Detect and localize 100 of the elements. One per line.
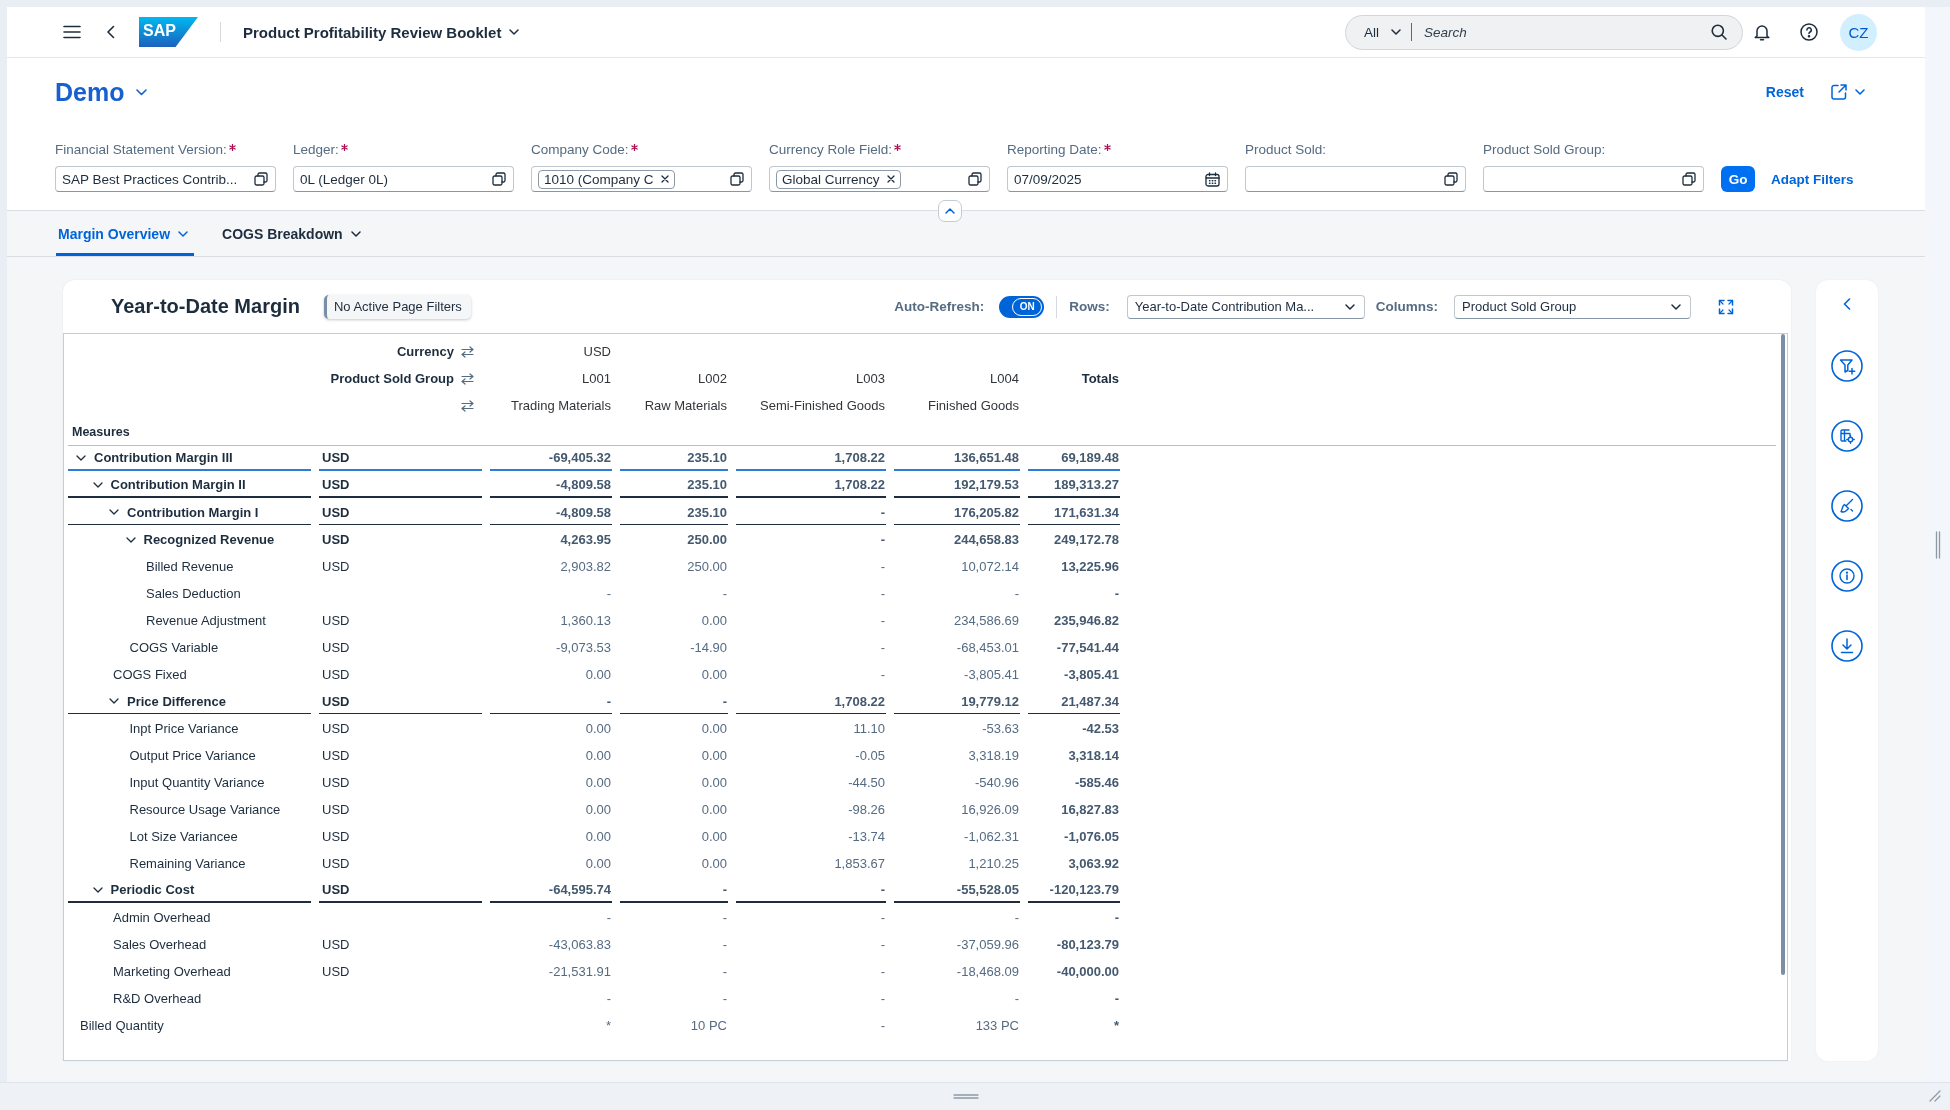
filter-label: Financial Statement Version: — [55, 142, 227, 158]
row-label: Output Price Variance — [129, 748, 256, 763]
calendar-icon[interactable] — [1205, 171, 1220, 187]
token-field[interactable]: 1010 (Company C — [531, 166, 752, 192]
filter-plus-icon[interactable] — [1831, 350, 1863, 382]
overlap-squares-icon[interactable] — [1444, 172, 1458, 186]
amount-text: 0.00 — [701, 721, 727, 736]
amount-text: -1,062.31 — [964, 829, 1019, 844]
chevron-down-icon[interactable] — [125, 536, 136, 543]
filter-label: Reporting Date: — [1007, 142, 1102, 158]
swap-icon[interactable] — [461, 372, 474, 385]
go-button[interactable]: Go — [1721, 166, 1755, 192]
chevron-down-icon[interactable] — [109, 698, 119, 704]
download-icon[interactable] — [1831, 630, 1863, 662]
chevron-up-icon — [945, 208, 955, 214]
column-header: Finished Goods — [927, 398, 1019, 413]
input-field[interactable]: SAP Best Practices Contrib... — [55, 166, 276, 192]
unit-text: USD — [322, 640, 350, 655]
amount-text: - — [880, 532, 885, 547]
overlap-squares-icon[interactable] — [968, 172, 982, 186]
search-icon[interactable] — [1711, 24, 1727, 40]
token[interactable]: 1010 (Company C — [538, 169, 675, 189]
bell-icon[interactable] — [1754, 23, 1770, 41]
adapt-filters-link[interactable]: Adapt Filters — [1771, 166, 1854, 192]
overlap-squares-icon[interactable] — [1682, 172, 1696, 186]
menu-icon[interactable] — [63, 25, 81, 39]
input-field[interactable] — [1245, 166, 1466, 192]
chevron-left-icon[interactable] — [1843, 298, 1851, 310]
input-field[interactable] — [1483, 166, 1704, 192]
amount-text: 235.10 — [687, 504, 727, 520]
unit-text: USD — [322, 450, 350, 465]
row-label: Revenue Adjustment — [146, 613, 266, 628]
scope-select[interactable]: All — [1364, 24, 1401, 40]
tab[interactable]: COGS Breakdown — [220, 211, 367, 256]
amount-text: 171,631.34 — [1053, 504, 1119, 520]
back-icon[interactable] — [106, 25, 115, 39]
swap-icon[interactable] — [461, 399, 474, 412]
chevron-down-icon[interactable] — [92, 481, 103, 488]
filter-label: Company Code: — [531, 142, 629, 158]
row-label: Contribution Margin II — [110, 477, 246, 492]
amount-text: 249,172.78 — [1053, 532, 1119, 547]
chevron-down-icon[interactable] — [92, 886, 103, 893]
toggle-switch[interactable]: ON — [999, 295, 1045, 318]
amount-text: - — [1114, 991, 1119, 1006]
amount-text: -4,809.58 — [556, 504, 611, 520]
row-label: R&D Overhead — [113, 991, 202, 1006]
amount-text: 1,708.22 — [834, 693, 885, 709]
share-icon[interactable] — [1830, 83, 1848, 101]
unit-text: USD — [322, 721, 350, 736]
fullscreen-icon[interactable] — [1718, 298, 1734, 315]
caret-icon — [178, 230, 189, 237]
row-label: Recognized Revenue — [143, 532, 275, 547]
row-label: Resource Usage Variance — [129, 802, 281, 817]
avatar[interactable]: CZ — [1840, 13, 1877, 51]
chevron-down-icon[interactable] — [76, 454, 86, 461]
paintbrush-icon[interactable] — [1831, 490, 1863, 522]
search-field[interactable]: All Search — [1345, 14, 1743, 50]
row-label: Contribution Margin III — [94, 450, 233, 465]
amount-text: - — [722, 882, 727, 897]
input-field[interactable]: 0L (Ledger 0L) — [293, 166, 514, 192]
rows-select[interactable]: Year-to-Date Contribution Ma... — [1126, 294, 1365, 319]
scrollbar-thumb[interactable] — [1781, 334, 1785, 975]
drag-handle-icon[interactable] — [1934, 530, 1941, 559]
caret-icon[interactable] — [1855, 89, 1865, 95]
close-icon[interactable] — [886, 175, 895, 183]
tab[interactable]: Margin Overview — [56, 211, 195, 256]
overlap-squares-icon[interactable] — [254, 172, 268, 186]
amount-text: -4,809.58 — [556, 477, 611, 492]
amount-text: 192,179.53 — [953, 477, 1019, 492]
resize-grip-icon[interactable] — [1929, 1090, 1941, 1102]
reset-button[interactable]: Reset — [1765, 84, 1804, 100]
amount-text: 13,225.96 — [1061, 559, 1119, 574]
row-label: Billed Revenue — [146, 559, 234, 574]
columns-label: Columns: — [1375, 299, 1438, 314]
column-header: Trading Materials — [511, 398, 611, 413]
amount-text: -3,805.41 — [1064, 667, 1119, 682]
close-icon[interactable] — [660, 175, 669, 183]
help-icon[interactable] — [1800, 23, 1818, 41]
chevron-down-icon[interactable] — [109, 509, 119, 515]
amount-text: - — [880, 1018, 885, 1033]
drag-handle-icon[interactable] — [953, 1094, 979, 1099]
token[interactable]: Global Currency — [776, 169, 901, 189]
variant-select[interactable]: Demo — [55, 77, 148, 107]
amount-text: -68,453.01 — [956, 640, 1019, 655]
date-field[interactable]: 07/09/2025 — [1007, 166, 1228, 192]
amount-text: - — [722, 693, 727, 709]
unit-text: USD — [322, 667, 350, 682]
info-icon[interactable] — [1831, 560, 1863, 592]
overlap-squares-icon[interactable] — [730, 172, 744, 186]
token-field[interactable]: Global Currency — [769, 166, 990, 192]
auto-refresh-label: Auto-Refresh: — [894, 299, 985, 314]
amount-text: 133 PC — [975, 1018, 1019, 1033]
amount-text: - — [1114, 586, 1119, 601]
table-gear-icon[interactable] — [1831, 420, 1863, 452]
overlap-squares-icon[interactable] — [492, 172, 506, 186]
app-title-menu[interactable]: Product Profitability Review Booklet — [243, 23, 520, 41]
swap-icon[interactable] — [461, 345, 474, 358]
amount-text: 1,708.22 — [834, 477, 885, 492]
columns-select[interactable]: Product Sold Group — [1454, 294, 1691, 319]
dimension-label: Currency — [396, 344, 454, 359]
